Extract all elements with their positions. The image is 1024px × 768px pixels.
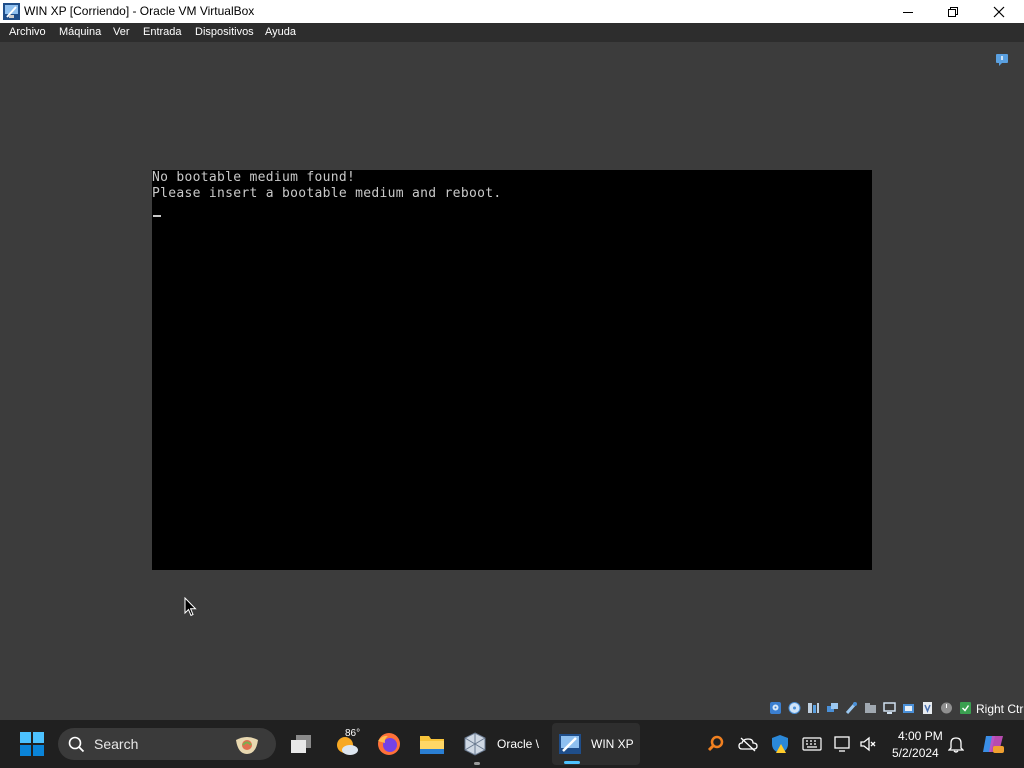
active-indicator: [564, 761, 580, 764]
close-button[interactable]: [976, 0, 1022, 23]
mouse-integration-icon[interactable]: [940, 701, 953, 715]
menu-ver[interactable]: Ver: [113, 26, 130, 38]
notification-center-icon[interactable]: [995, 53, 1009, 67]
minimize-button[interactable]: [885, 0, 931, 23]
menu-bar: Archivo Máquina Ver Entrada Dispositivos…: [0, 23, 1024, 42]
tray-notifications[interactable]: [944, 720, 968, 768]
audio-icon[interactable]: [807, 701, 820, 715]
menu-entrada[interactable]: Entrada: [143, 26, 182, 38]
video-capture-icon[interactable]: [902, 701, 915, 715]
search-box[interactable]: Search: [58, 728, 276, 760]
tray-keyboard[interactable]: [800, 720, 824, 768]
virtual-machine-icon: [559, 734, 581, 754]
menu-ayuda[interactable]: Ayuda: [265, 26, 296, 38]
start-button[interactable]: [12, 720, 52, 768]
taskbar-app-oracle-virtualbox[interactable]: Oracle \: [458, 720, 548, 768]
bell-icon: [948, 737, 964, 753]
window-title-bar[interactable]: WIN XP [Corriendo] - Oracle VM VirtualBo…: [0, 0, 1024, 23]
shared-folders-icon[interactable]: [864, 701, 877, 715]
close-icon: [993, 6, 1005, 17]
tray-volume[interactable]: [856, 720, 880, 768]
weather-temperature: 86°: [345, 728, 361, 739]
optical-drive-icon[interactable]: [788, 701, 801, 715]
host-key-label: Right Ctrl: [976, 702, 1024, 716]
folder-icon: [420, 736, 444, 754]
tray-search-app[interactable]: [704, 720, 728, 768]
task-view-button[interactable]: [284, 720, 318, 768]
mouse-pointer-icon: [184, 597, 197, 617]
shield-warning-icon: [772, 735, 788, 753]
network-icon[interactable]: [826, 701, 839, 715]
taskbar-app-file-explorer[interactable]: [415, 720, 449, 768]
taskbar: Search 86° Oracle \ WIN XP: [0, 720, 1024, 768]
firefox-icon: [378, 733, 400, 755]
taskbar-app-win-xp[interactable]: WIN XP: [552, 723, 640, 765]
clock-date[interactable]: 5/2/2024: [892, 746, 939, 760]
tray-onedrive[interactable]: [736, 720, 760, 768]
menu-dispositivos[interactable]: Dispositivos: [195, 26, 254, 38]
taskbar-app-firefox[interactable]: [372, 720, 406, 768]
vm-screen[interactable]: No bootable medium found! Please insert …: [152, 170, 872, 570]
ethernet-icon: [834, 736, 850, 752]
weather-widget[interactable]: 86°: [330, 720, 364, 768]
tray-security[interactable]: [768, 720, 792, 768]
keyboard-capture-icon[interactable]: [959, 701, 972, 715]
virtualization-icon[interactable]: [921, 701, 934, 715]
magnifier-app-icon: [707, 735, 724, 752]
keyboard-icon: [802, 737, 822, 751]
virtualbox-app-icon: [3, 3, 20, 20]
text-cursor: [153, 215, 161, 217]
minimize-icon: [903, 11, 913, 13]
virtualbox-icon: [464, 732, 486, 756]
clock-time[interactable]: 4:00 PM: [898, 729, 943, 743]
tray-copilot[interactable]: [978, 720, 1008, 768]
cloud-offline-icon: [738, 737, 758, 752]
running-indicator: [474, 762, 480, 765]
task-view-icon: [291, 735, 311, 753]
boot-message-line-1: No bootable medium found!: [152, 170, 356, 185]
boot-message-line-2: Please insert a bootable medium and rebo…: [152, 186, 502, 201]
menu-maquina[interactable]: Máquina: [59, 26, 101, 38]
usb-icon[interactable]: [845, 701, 858, 715]
taskbar-app-label: Oracle \: [497, 737, 540, 751]
search-icon: [68, 736, 85, 753]
copilot-icon: [983, 736, 1004, 753]
search-placeholder: Search: [94, 736, 139, 752]
maximize-button[interactable]: [930, 0, 976, 23]
restore-icon: [948, 6, 958, 17]
tray-network[interactable]: [830, 720, 856, 768]
search-highlight-icon: [236, 737, 258, 754]
window-title: WIN XP [Corriendo] - Oracle VM VirtualBo…: [24, 4, 255, 18]
volume-muted-icon: [860, 736, 876, 752]
windows-logo-icon: [20, 732, 44, 756]
taskbar-app-label: WIN XP: [591, 737, 634, 751]
menu-archivo[interactable]: Archivo: [9, 26, 46, 38]
hard-disk-icon[interactable]: [769, 701, 782, 715]
display-icon[interactable]: [883, 701, 896, 715]
